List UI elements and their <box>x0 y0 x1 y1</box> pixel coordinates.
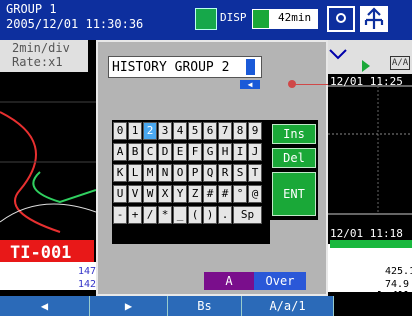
datetime: 2005/12/01 11:30:36 <box>6 17 144 31</box>
backspace-softkey[interactable]: Bs <box>168 296 242 316</box>
unit-label: L/H <box>376 288 409 309</box>
keypad-key[interactable]: A <box>113 143 127 161</box>
time-per-div: 2min/div <box>12 41 70 55</box>
disp-label: DISP <box>220 11 247 24</box>
delete-button[interactable]: Del <box>272 148 316 168</box>
keypad-key[interactable]: N <box>158 164 172 182</box>
trend-lines-right <box>328 85 412 215</box>
status-strip <box>330 240 412 248</box>
keypad-key[interactable]: H <box>218 143 232 161</box>
keypad-key[interactable]: 5 <box>188 122 202 140</box>
keypad-key[interactable]: # <box>203 185 217 203</box>
overwrite-mode-indicator: Over <box>254 272 306 290</box>
keypad-key[interactable]: 3 <box>158 122 172 140</box>
value-left-1: 147 <box>78 266 97 277</box>
keypad-key[interactable]: 7 <box>218 122 232 140</box>
insert-button[interactable]: Ins <box>272 124 316 144</box>
keypad-key[interactable]: W <box>143 185 157 203</box>
keypad-key[interactable]: / <box>143 206 157 224</box>
cursor-arrow-icon: ◀ <box>240 80 260 89</box>
keypad-key[interactable]: 2 <box>143 122 157 140</box>
trend-lines-left <box>0 101 96 233</box>
char-mode-indicator: A <box>204 272 254 290</box>
keypad-key[interactable]: S <box>233 164 247 182</box>
keypad-key[interactable]: R <box>218 164 232 182</box>
keypad-key[interactable]: D <box>158 143 172 161</box>
keypad-key[interactable]: F <box>188 143 202 161</box>
enter-button[interactable]: ENT <box>272 172 316 216</box>
usb-icon[interactable] <box>360 6 388 32</box>
value-right-1: 425.1 <box>385 266 412 277</box>
keypad-key[interactable]: 4 <box>173 122 187 140</box>
keypad-key[interactable]: Z <box>188 185 202 203</box>
keypad-key[interactable]: Y <box>173 185 187 203</box>
tag-label: TI-001 <box>10 243 72 263</box>
display-switch-icon[interactable] <box>195 8 217 30</box>
scale-icon[interactable]: A/A <box>390 56 410 70</box>
keypad-key[interactable]: ) <box>203 206 217 224</box>
pointer-line <box>295 84 328 85</box>
keypad-key[interactable]: 8 <box>233 122 247 140</box>
keypad-key[interactable]: E <box>173 143 187 161</box>
keypad-key[interactable]: T <box>248 164 262 182</box>
date-mark-bottom: 12/01 11:18 <box>330 227 403 240</box>
keypad-key[interactable]: 9 <box>248 122 262 140</box>
cursor-right-softkey[interactable]: ▶ <box>90 296 168 316</box>
keypad-key[interactable]: @ <box>248 185 262 203</box>
case-toggle-softkey[interactable]: A/a/1 <box>242 296 334 316</box>
keypad-key[interactable]: _ <box>173 206 187 224</box>
keypad-key[interactable]: ° <box>233 185 247 203</box>
keypad-key[interactable]: G <box>203 143 217 161</box>
keypad-key[interactable]: + <box>128 206 142 224</box>
keypad-key[interactable]: Q <box>203 164 217 182</box>
keypad-key[interactable]: C <box>143 143 157 161</box>
keypad-key[interactable]: M <box>143 164 157 182</box>
keypad-key[interactable]: P <box>188 164 202 182</box>
keypad-key[interactable]: L <box>128 164 142 182</box>
keypad-key[interactable]: * <box>158 206 172 224</box>
remaining-time-fill <box>253 10 269 28</box>
keypad-key[interactable]: # <box>218 185 232 203</box>
group-title: GROUP 1 <box>6 2 57 16</box>
text-cursor <box>246 59 255 75</box>
rate-label: Rate:x1 <box>12 55 63 69</box>
keypad-key[interactable]: ( <box>188 206 202 224</box>
keypad-key[interactable]: 6 <box>203 122 217 140</box>
snapshot-icon[interactable] <box>327 6 355 32</box>
keypad-key[interactable]: . <box>218 206 232 224</box>
keypad-key[interactable]: U <box>113 185 127 203</box>
keypad-key[interactable]: 1 <box>128 122 142 140</box>
cursor-left-softkey[interactable]: ◀ <box>0 296 90 316</box>
keypad-key[interactable]: J <box>248 143 262 161</box>
keypad-key[interactable]: I <box>233 143 247 161</box>
keypad-key[interactable]: B <box>128 143 142 161</box>
date-mark-top: 12/01 11:25 <box>330 75 403 88</box>
keypad-key[interactable]: K <box>113 164 127 182</box>
keypad-key[interactable]: O <box>173 164 187 182</box>
keypad-key[interactable]: - <box>113 206 127 224</box>
keypad-key[interactable]: 0 <box>113 122 127 140</box>
value-left-2: 142 <box>78 279 97 290</box>
text-entry-value: HISTORY GROUP 2 <box>112 60 230 75</box>
keypad-key[interactable]: X <box>158 185 172 203</box>
keypad-key[interactable]: V <box>128 185 142 203</box>
remaining-time-label: 42min <box>278 11 312 24</box>
keypad-key[interactable]: Sp <box>233 206 262 224</box>
